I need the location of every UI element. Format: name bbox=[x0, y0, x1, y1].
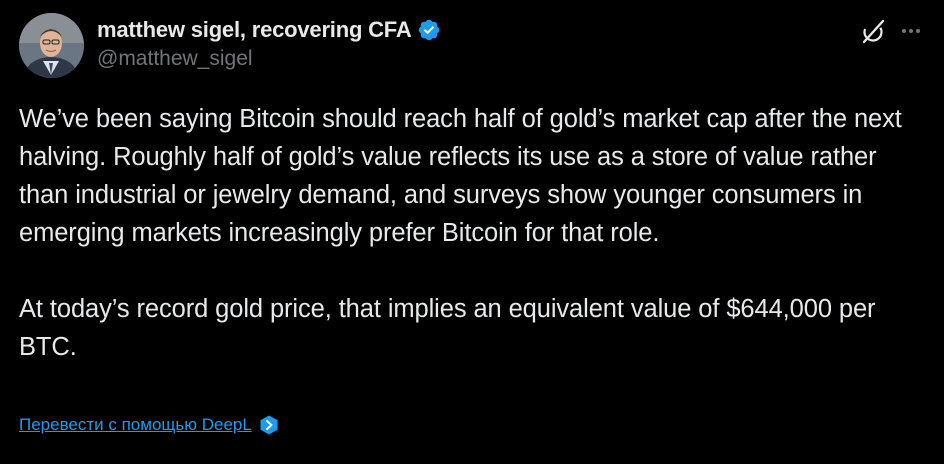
author-handle[interactable]: @matthew_sigel bbox=[97, 47, 441, 71]
translate-row: Перевести с помощью DeepL bbox=[19, 414, 280, 436]
grok-icon[interactable] bbox=[860, 18, 886, 44]
tweet-text: We’ve been saying Bitcoin should reach h… bbox=[19, 100, 924, 366]
deepl-icon bbox=[260, 415, 278, 435]
more-icon[interactable] bbox=[900, 20, 922, 42]
author-name-row: matthew sigel, recovering CFA bbox=[97, 14, 441, 46]
tweet-paragraph: At today’s record gold price, that impli… bbox=[19, 295, 883, 361]
verified-badge-icon[interactable] bbox=[417, 18, 441, 42]
tweet-author: matthew sigel, recovering CFA @matthew_s… bbox=[97, 14, 441, 71]
tweet-actions bbox=[860, 18, 922, 44]
avatar[interactable] bbox=[19, 13, 84, 78]
avatar-image bbox=[19, 13, 84, 78]
translate-link[interactable]: Перевести с помощью DeepL bbox=[19, 415, 252, 435]
author-display-name[interactable]: matthew sigel, recovering CFA bbox=[97, 17, 412, 43]
tweet-paragraph: We’ve been saying Bitcoin should reach h… bbox=[19, 105, 909, 247]
